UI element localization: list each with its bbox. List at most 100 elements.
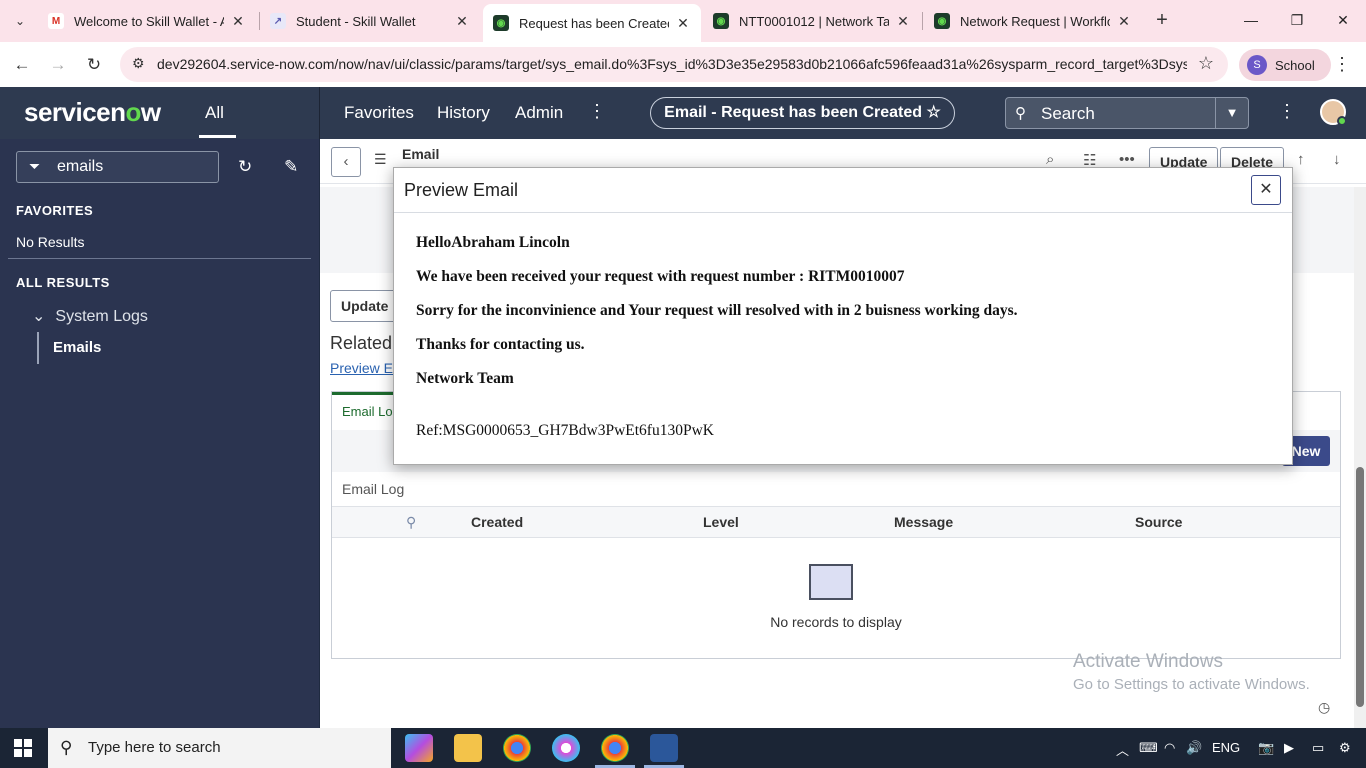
forward-arrow-icon[interactable]: → bbox=[45, 52, 71, 78]
address-bar-row: ← → ↻ ⚙ dev292604.service-now.com/now/na… bbox=[0, 42, 1366, 87]
ime-icon[interactable]: ⌨ bbox=[1139, 740, 1158, 756]
reload-icon[interactable]: ↻ bbox=[81, 52, 107, 78]
file-explorer-icon[interactable] bbox=[454, 734, 482, 762]
close-tab-icon[interactable]: ✕ bbox=[675, 15, 691, 32]
history-menu[interactable]: History bbox=[437, 103, 490, 123]
email-greeting: HelloAbraham Lincoln bbox=[416, 234, 570, 251]
refresh-icon[interactable]: ↻ bbox=[238, 157, 252, 177]
window-icon[interactable]: ▭ bbox=[1312, 740, 1324, 756]
column-message[interactable]: Message bbox=[894, 514, 953, 530]
chrome-icon[interactable] bbox=[503, 734, 531, 762]
browser-tab-4[interactable]: ◉ NTT0001012 | Network Task ✕ bbox=[703, 6, 921, 36]
chevron-down-icon: ⌄ bbox=[32, 308, 46, 325]
all-menu-tab[interactable]: All bbox=[205, 103, 224, 123]
window-close-icon[interactable]: ✕ bbox=[1328, 8, 1358, 32]
favorites-menu[interactable]: Favorites bbox=[344, 103, 414, 123]
search-dropdown-icon[interactable]: ▼ bbox=[1215, 98, 1248, 128]
close-icon[interactable]: ✕ bbox=[1251, 175, 1281, 205]
email-line-thanks: Thanks for contacting us. bbox=[416, 336, 585, 353]
email-signature: Network Team bbox=[416, 370, 514, 387]
new-tab-icon[interactable]: + bbox=[1150, 8, 1174, 32]
main-scrollbar[interactable] bbox=[1354, 187, 1366, 728]
pin-icon[interactable]: ✎ bbox=[284, 157, 298, 177]
minimize-icon[interactable]: — bbox=[1236, 8, 1266, 32]
browser-tab-strip: ⌄ M Welcome to Skill Wallet - A C ✕ ↗ St… bbox=[0, 0, 1366, 42]
context-pill[interactable]: Email - Request has been Created ☆ bbox=[650, 97, 955, 129]
update-button-bottom[interactable]: Update bbox=[330, 290, 400, 322]
settings-gear-icon[interactable]: ⚙ bbox=[1339, 740, 1351, 756]
global-search[interactable]: ⚲ Search ▼ bbox=[1005, 97, 1249, 129]
profile-avatar: S bbox=[1247, 55, 1267, 75]
nav-divider bbox=[8, 258, 311, 259]
back-arrow-icon[interactable]: ← bbox=[9, 52, 35, 78]
close-tab-icon[interactable]: ✕ bbox=[230, 13, 246, 30]
nav-filter-input[interactable]: ⏷ emails bbox=[16, 151, 219, 183]
browser-tab-5[interactable]: ◉ Network Request | Workflow ✕ bbox=[924, 6, 1142, 36]
nav-item-emails[interactable]: Emails bbox=[53, 339, 101, 356]
column-search-icon[interactable]: ⚲ bbox=[406, 514, 416, 531]
camera-icon[interactable]: 📷 bbox=[1258, 740, 1274, 756]
url-text[interactable]: dev292604.service-now.com/now/nav/ui/cla… bbox=[157, 56, 1187, 72]
wifi-icon[interactable]: ◠ bbox=[1164, 740, 1175, 756]
browser-tab-2[interactable]: ↗ Student - Skill Wallet ✕ bbox=[260, 6, 480, 36]
column-source[interactable]: Source bbox=[1135, 514, 1182, 530]
taskbar-search-placeholder[interactable]: Type here to search bbox=[88, 739, 221, 756]
language-indicator[interactable]: ENG bbox=[1212, 740, 1240, 755]
tab-search-chevron-icon[interactable]: ⌄ bbox=[8, 10, 32, 32]
servicenow-icon: ◉ bbox=[713, 13, 729, 29]
attachment-icon[interactable]: ⌕ bbox=[1046, 151, 1054, 168]
tray-chevron-icon[interactable]: ︿ bbox=[1116, 740, 1129, 759]
chrome-profile-icon[interactable] bbox=[601, 734, 629, 762]
back-button[interactable]: ‹ bbox=[331, 147, 361, 177]
video-icon[interactable]: ▶ bbox=[1284, 740, 1294, 756]
word-icon[interactable] bbox=[650, 734, 678, 762]
arrow-down-icon[interactable]: ↓ bbox=[1333, 151, 1341, 168]
site-info-icon[interactable]: ⚙ bbox=[132, 55, 145, 72]
windows-start-icon[interactable] bbox=[14, 739, 32, 757]
volume-icon[interactable]: 🔊 bbox=[1186, 740, 1202, 756]
arrow-up-icon[interactable]: ↑ bbox=[1297, 151, 1305, 168]
close-tab-icon[interactable]: ✕ bbox=[454, 13, 470, 30]
servicenow-header: servicenow All Favorites History Admin ⋮… bbox=[0, 87, 1366, 139]
email-ref: Ref:MSG0000653_GH7Bdw3PwEt6fu130PwK bbox=[416, 422, 714, 439]
profile-button[interactable]: S School bbox=[1239, 49, 1331, 81]
servicenow-icon: ◉ bbox=[934, 13, 950, 29]
activate-windows-title: Activate Windows bbox=[1073, 651, 1223, 672]
restore-icon[interactable]: ❐ bbox=[1282, 8, 1312, 32]
search-icon: ⚲ bbox=[1015, 105, 1026, 122]
search-placeholder[interactable]: Search bbox=[1041, 104, 1095, 124]
header-more-icon[interactable]: ⋮ bbox=[1278, 101, 1296, 122]
address-bar[interactable]: ⚙ dev292604.service-now.com/now/nav/ui/c… bbox=[120, 47, 1228, 82]
list-title: Email Log bbox=[342, 481, 405, 497]
favorites-heading: FAVORITES bbox=[16, 203, 94, 218]
all-menu-underline bbox=[199, 135, 236, 138]
bookmark-star-icon[interactable]: ☆ bbox=[1198, 53, 1214, 74]
all-results-heading: ALL RESULTS bbox=[16, 275, 110, 290]
more-menu-icon[interactable]: ⋮ bbox=[588, 101, 606, 122]
user-avatar[interactable] bbox=[1320, 99, 1347, 126]
servicenow-logo[interactable]: servicenow bbox=[24, 97, 161, 128]
timer-icon[interactable]: ◷ bbox=[1318, 699, 1330, 716]
more-actions-icon[interactable]: ••• bbox=[1119, 151, 1135, 168]
admin-menu[interactable]: Admin bbox=[515, 103, 563, 123]
close-tab-icon[interactable]: ✕ bbox=[1116, 13, 1132, 30]
column-created[interactable]: Created bbox=[471, 514, 523, 530]
form-menu-icon[interactable]: ☰ bbox=[374, 151, 387, 168]
gmail-icon: M bbox=[48, 13, 64, 29]
copilot-icon[interactable] bbox=[405, 734, 433, 762]
browser-tab-3-active[interactable]: ◉ Request has been Created | S ✕ bbox=[483, 4, 701, 42]
header-divider bbox=[319, 87, 320, 139]
modal-header: Preview Email ✕ bbox=[394, 168, 1292, 213]
favorites-empty: No Results bbox=[16, 234, 85, 250]
chrome-beta-icon[interactable] bbox=[552, 734, 580, 762]
email-line-apology: Sorry for the inconvinience and Your req… bbox=[416, 302, 1018, 319]
filter-value[interactable]: emails bbox=[57, 158, 103, 176]
search-icon: ⚲ bbox=[60, 738, 73, 757]
scrollbar-thumb[interactable] bbox=[1356, 467, 1364, 707]
browser-tab-1[interactable]: M Welcome to Skill Wallet - A C ✕ bbox=[38, 6, 256, 36]
nav-group-system-logs[interactable]: ⌄ System Logs bbox=[32, 306, 148, 326]
taskbar-search[interactable]: ⚲ Type here to search bbox=[48, 728, 391, 768]
browser-menu-icon[interactable]: ⋮ bbox=[1332, 54, 1352, 75]
close-tab-icon[interactable]: ✕ bbox=[895, 13, 911, 30]
column-level[interactable]: Level bbox=[703, 514, 739, 530]
